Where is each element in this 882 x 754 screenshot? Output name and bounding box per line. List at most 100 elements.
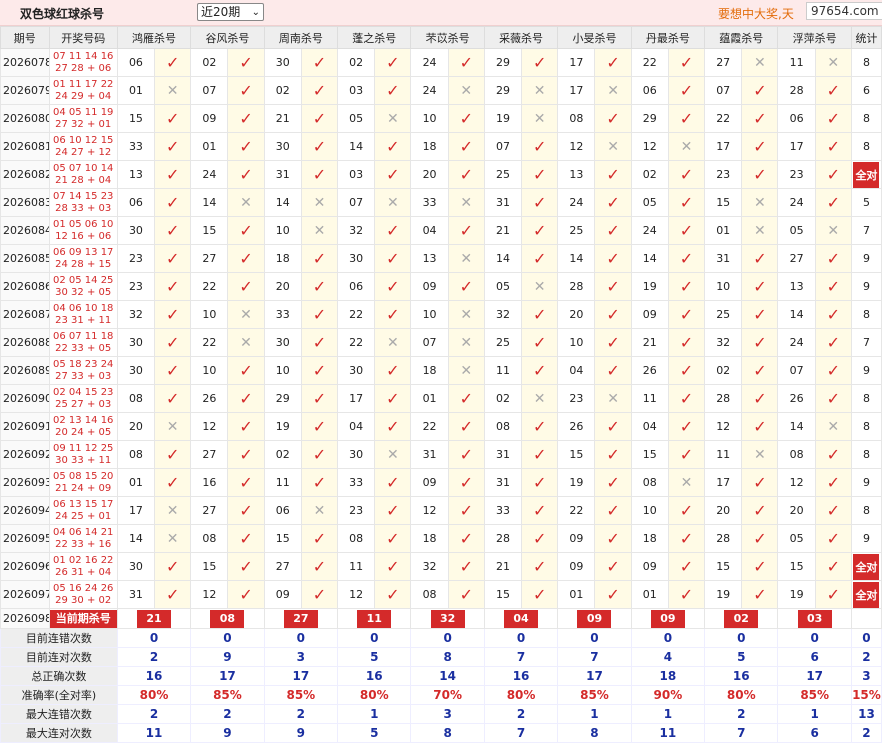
- cross-icon: ✕: [521, 76, 559, 105]
- count-value: 8: [862, 56, 870, 69]
- draw-numbers-cell: 02 04 15 23 25 27 + 03: [48, 384, 118, 413]
- stat-value: 17: [263, 666, 339, 686]
- stat-value: 2: [263, 704, 339, 724]
- kill-number-cell: 23: [777, 160, 816, 189]
- check-icon: ✓: [741, 76, 779, 105]
- current-kill-badge: 09: [577, 609, 612, 628]
- draw-numbers-cell: 06 07 11 18 22 33 + 05: [48, 328, 118, 357]
- kill-number-cell: 25: [557, 216, 596, 245]
- stat-row: 目前连错次数 0 0 0 0 0 0 0 0 0 0 0: [0, 628, 882, 648]
- period-cell: 2026080: [0, 104, 50, 133]
- stat-value: 80%: [704, 685, 779, 705]
- kill-number-cell: 12: [190, 412, 229, 441]
- check-icon: ✓: [741, 328, 779, 357]
- period-cell: 2026094: [0, 496, 50, 525]
- draw-numbers-cell: 06 10 12 15 24 27 + 12: [48, 132, 118, 161]
- table-row: 2026096 01 02 16 22 26 31 + 04 30 ✓ 15 ✓ 27 ✓ 11…: [0, 552, 882, 581]
- count-value: 7: [862, 336, 870, 349]
- kill-number-cell: 29: [263, 384, 302, 413]
- check-icon: ✓: [667, 384, 706, 413]
- check-icon: ✓: [667, 272, 706, 301]
- cross-icon: ✕: [447, 300, 485, 329]
- cross-icon: ✕: [154, 76, 192, 105]
- check-icon: ✓: [300, 300, 339, 329]
- stat-value: 7: [483, 723, 559, 743]
- check-icon: ✓: [814, 496, 852, 525]
- kill-number-cell: 10: [190, 300, 229, 329]
- kill-number-cell: 23: [116, 244, 156, 273]
- check-icon: ✓: [814, 440, 852, 469]
- check-icon: ✓: [814, 328, 852, 357]
- cross-icon: ✕: [741, 188, 779, 217]
- stat-label: 最大连错次数: [0, 704, 118, 724]
- stat-value: 16: [116, 666, 192, 686]
- cross-icon: ✕: [227, 188, 265, 217]
- cross-icon: ✕: [667, 132, 706, 161]
- check-icon: ✓: [814, 188, 852, 217]
- kill-number-cell: 22: [337, 300, 376, 329]
- kill-number-cell: 24: [190, 160, 229, 189]
- check-icon: ✓: [521, 412, 559, 441]
- kill-number-cell: 30: [116, 216, 156, 245]
- kill-number-cell: 08: [337, 524, 376, 553]
- stat-row: 准确率(全对率) 80% 85% 85% 80% 70% 80% 85% 90% 80% 85% 15…: [0, 685, 882, 705]
- kill-number-cell: 33: [410, 188, 449, 217]
- check-icon: ✓: [447, 384, 485, 413]
- col-expert: 谷风杀号: [190, 26, 265, 49]
- check-icon: ✓: [447, 580, 485, 609]
- kill-number-cell: 27: [190, 244, 229, 273]
- stat-value: 0: [337, 628, 412, 648]
- kill-number-cell: 26: [190, 384, 229, 413]
- period-cell: 2026081: [0, 132, 50, 161]
- kill-number-cell: 22: [704, 104, 743, 133]
- kill-number-cell: 18: [410, 132, 449, 161]
- cross-icon: ✕: [447, 244, 485, 273]
- check-icon: ✓: [667, 412, 706, 441]
- kill-number-cell: 15: [704, 552, 743, 581]
- stat-value: 8: [557, 723, 632, 743]
- stat-value: 2: [116, 704, 192, 724]
- check-icon: ✓: [300, 48, 339, 77]
- check-icon: ✓: [374, 552, 412, 581]
- stat-value: 70%: [410, 685, 485, 705]
- check-icon: ✓: [594, 216, 632, 245]
- count-value: 9: [862, 476, 870, 489]
- kill-number-cell: 15: [116, 104, 156, 133]
- check-icon: ✓: [300, 412, 339, 441]
- kill-number-cell: 31: [483, 188, 523, 217]
- table-row: 2026079 01 11 17 22 24 29 + 04 01 ✕ 07 ✓ 02 ✓ 03…: [0, 76, 882, 105]
- stat-row: 最大连错次数 2 2 2 1 3 2 1 1 2 1 13: [0, 704, 882, 724]
- period-cell: 2026079: [0, 76, 50, 105]
- kill-number-cell: 11: [777, 48, 816, 77]
- kill-number-cell: 25: [483, 160, 523, 189]
- chevron-down-icon: ⌄: [251, 7, 260, 18]
- kill-number-cell: 19: [777, 580, 816, 609]
- check-icon: ✓: [594, 160, 632, 189]
- check-icon: ✓: [227, 524, 265, 553]
- period-cell: 2026087: [0, 300, 50, 329]
- kill-number-cell: 32: [704, 328, 743, 357]
- kill-number-cell: 18: [630, 524, 669, 553]
- kill-number-cell: 02: [190, 48, 229, 77]
- check-icon: ✓: [594, 300, 632, 329]
- stat-value: 9: [190, 723, 265, 743]
- col-expert: 浮萍杀号: [777, 26, 852, 49]
- empty-cell: [850, 608, 882, 629]
- table-row: 2026085 06 09 13 17 24 28 + 15 23 ✓ 27 ✓ 18 ✓ 30…: [0, 244, 882, 273]
- check-icon: ✓: [667, 524, 706, 553]
- period-cell: 2026097: [0, 580, 50, 609]
- kill-number-cell: 21: [630, 328, 669, 357]
- check-icon: ✓: [154, 440, 192, 469]
- col-expert: 鸿雁杀号: [116, 26, 192, 49]
- current-kill-badge: 27: [283, 609, 318, 628]
- count-cell: 9: [850, 244, 882, 273]
- check-icon: ✓: [227, 272, 265, 301]
- period-cell: 2026093: [0, 468, 50, 497]
- kill-number-cell: 04: [337, 412, 376, 441]
- cross-icon: ✕: [594, 132, 632, 161]
- kill-number-cell: 11: [337, 552, 376, 581]
- count-cell: 9: [850, 356, 882, 385]
- kill-number-cell: 05: [630, 188, 669, 217]
- range-select[interactable]: 近20期 ⌄: [197, 3, 264, 21]
- check-icon: ✓: [521, 496, 559, 525]
